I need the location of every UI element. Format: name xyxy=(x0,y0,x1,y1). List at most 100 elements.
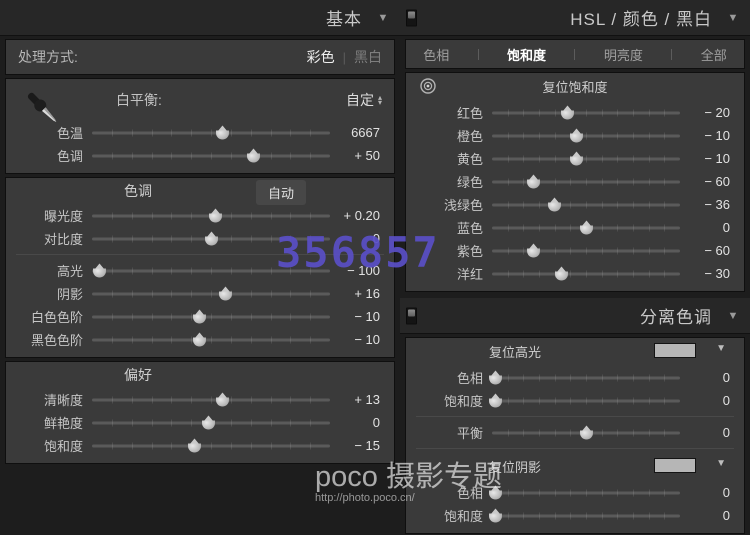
slider-track-hsl-4[interactable] xyxy=(492,197,680,213)
chevron-down-icon[interactable]: ▼ xyxy=(716,343,726,354)
hsl-reset-label[interactable]: 复位饱和度 xyxy=(406,77,744,96)
white-balance-select[interactable]: 自定 ▴▾ xyxy=(346,90,382,110)
stepper-icon[interactable]: ▴▾ xyxy=(378,95,382,105)
slider-row-tone2-3[interactable]: 黑色色阶 − 10 xyxy=(6,328,394,351)
slider-row-presence-2[interactable]: 饱和度 − 15 xyxy=(6,434,394,457)
slider-handle-hsl-6[interactable] xyxy=(526,243,541,258)
slider-value-presence-2[interactable]: − 15 xyxy=(330,438,386,453)
slider-value-tone-0[interactable]: + 0.20 xyxy=(330,208,386,223)
slider-value-hsl-0[interactable]: − 20 xyxy=(680,105,736,120)
slider-handle-hsl-5[interactable] xyxy=(579,220,594,235)
slider-track-shadows-1[interactable] xyxy=(492,508,680,524)
tab-hue[interactable]: 色相 xyxy=(417,45,455,64)
slider-row-shadows-0[interactable]: 色相 0 xyxy=(406,481,744,504)
slider-handle-hsl-1[interactable] xyxy=(569,128,584,143)
slider-handle-hsl-7[interactable] xyxy=(554,266,569,281)
slider-row-tint[interactable]: 色调 + 50 xyxy=(6,144,394,167)
slider-row-highlights-1[interactable]: 饱和度 0 xyxy=(406,389,744,412)
slider-value-tone-1[interactable]: 0 xyxy=(330,231,386,246)
slider-track-presence-1[interactable] xyxy=(92,415,330,431)
highlights-color-swatch[interactable] xyxy=(654,343,696,358)
slider-track-tone-0[interactable] xyxy=(92,208,330,224)
slider-track-highlights-0[interactable] xyxy=(492,370,680,386)
slider-row-tone-1[interactable]: 对比度 0 xyxy=(6,227,394,250)
tab-luminance[interactable]: 明亮度 xyxy=(598,45,649,64)
slider-row-tone2-0[interactable]: 高光 − 100 xyxy=(6,259,394,282)
slider-row-balance-0[interactable]: 平衡 0 xyxy=(406,421,744,444)
slider-handle-tone2-1[interactable] xyxy=(218,286,233,301)
slider-row-hsl-6[interactable]: 紫色 − 60 xyxy=(406,239,744,262)
slider-track-presence-2[interactable] xyxy=(92,438,330,454)
slider-track-shadows-0[interactable] xyxy=(492,485,680,501)
slider-row-presence-1[interactable]: 鲜艳度 0 xyxy=(6,411,394,434)
chevron-down-icon[interactable]: ▼ xyxy=(720,310,746,322)
slider-row-shadows-1[interactable]: 饱和度 0 xyxy=(406,504,744,527)
slider-value-balance-0[interactable]: 0 xyxy=(680,425,736,440)
slider-track-tone-1[interactable] xyxy=(92,231,330,247)
slider-handle-hsl-3[interactable] xyxy=(526,174,541,189)
slider-value-hsl-2[interactable]: − 10 xyxy=(680,151,736,166)
slider-row-hsl-2[interactable]: 黄色 − 10 xyxy=(406,147,744,170)
slider-handle-presence-1[interactable] xyxy=(201,415,216,430)
slider-value-shadows-1[interactable]: 0 xyxy=(680,508,736,523)
slider-value-tone2-0[interactable]: − 100 xyxy=(330,263,386,278)
slider-value-temp[interactable]: 6667 xyxy=(330,125,386,140)
slider-handle-presence-2[interactable] xyxy=(187,438,202,453)
slider-value-hsl-7[interactable]: − 30 xyxy=(680,266,736,281)
chevron-down-icon[interactable]: ▼ xyxy=(716,458,726,469)
slider-row-tone-0[interactable]: 曝光度 + 0.20 xyxy=(6,204,394,227)
slider-value-presence-1[interactable]: 0 xyxy=(330,415,386,430)
slider-row-hsl-3[interactable]: 绿色 − 60 xyxy=(406,170,744,193)
slider-row-highlights-0[interactable]: 色相 0 xyxy=(406,366,744,389)
slider-row-hsl-1[interactable]: 橙色 − 10 xyxy=(406,124,744,147)
slider-track-hsl-1[interactable] xyxy=(492,128,680,144)
slider-value-hsl-3[interactable]: − 60 xyxy=(680,174,736,189)
split-toning-panel-header[interactable]: 分离色调 ▼ xyxy=(400,298,750,334)
slider-row-hsl-4[interactable]: 浅绿色 − 36 xyxy=(406,193,744,216)
slider-track-hsl-7[interactable] xyxy=(492,266,680,282)
slider-handle-tint[interactable] xyxy=(246,148,261,163)
eyedropper-icon[interactable] xyxy=(16,85,68,131)
chevron-down-icon[interactable]: ▼ xyxy=(720,12,746,24)
slider-track-tone2-0[interactable] xyxy=(92,263,330,279)
slider-handle-tone-0[interactable] xyxy=(208,208,223,223)
hsl-panel-header[interactable]: HSL / 颜色 / 黑白 ▼ xyxy=(400,0,750,36)
slider-value-tone2-2[interactable]: − 10 xyxy=(330,309,386,324)
slider-track-presence-0[interactable] xyxy=(92,392,330,408)
slider-handle-presence-0[interactable] xyxy=(215,392,230,407)
slider-value-tint[interactable]: + 50 xyxy=(330,148,386,163)
slider-value-hsl-6[interactable]: − 60 xyxy=(680,243,736,258)
slider-track-hsl-3[interactable] xyxy=(492,174,680,190)
basic-panel-header[interactable]: 基本 ▼ xyxy=(0,0,400,36)
hsl-panel-switch[interactable] xyxy=(406,9,417,26)
slider-track-hsl-0[interactable] xyxy=(492,105,680,121)
slider-value-hsl-1[interactable]: − 10 xyxy=(680,128,736,143)
slider-track-hsl-6[interactable] xyxy=(492,243,680,259)
shadows-color-swatch[interactable] xyxy=(654,458,696,473)
slider-row-presence-0[interactable]: 清晰度 + 13 xyxy=(6,388,394,411)
slider-value-tone2-3[interactable]: − 10 xyxy=(330,332,386,347)
slider-handle-hsl-0[interactable] xyxy=(560,105,575,120)
slider-handle-tone2-0[interactable] xyxy=(92,263,107,278)
slider-value-presence-0[interactable]: + 13 xyxy=(330,392,386,407)
slider-handle-balance-0[interactable] xyxy=(579,425,594,440)
auto-tone-button[interactable]: 自动 xyxy=(256,180,306,205)
split-toning-panel-switch[interactable] xyxy=(406,307,417,324)
slider-value-hsl-4[interactable]: − 36 xyxy=(680,197,736,212)
tab-saturation[interactable]: 饱和度 xyxy=(501,45,552,64)
treatment-color-option[interactable]: 彩色 xyxy=(307,47,335,67)
treatment-bw-option[interactable]: 黑白 xyxy=(354,47,382,67)
tab-all[interactable]: 全部 xyxy=(695,45,733,64)
slider-track-tone2-2[interactable] xyxy=(92,309,330,325)
slider-row-hsl-5[interactable]: 蓝色 0 xyxy=(406,216,744,239)
slider-track-hsl-5[interactable] xyxy=(492,220,680,236)
slider-handle-hsl-4[interactable] xyxy=(547,197,562,212)
slider-value-shadows-0[interactable]: 0 xyxy=(680,485,736,500)
slider-row-tone2-1[interactable]: 阴影 + 16 xyxy=(6,282,394,305)
slider-handle-tone2-2[interactable] xyxy=(192,309,207,324)
slider-handle-tone-1[interactable] xyxy=(204,231,219,246)
slider-track-temp[interactable] xyxy=(92,125,330,141)
slider-track-tone2-3[interactable] xyxy=(92,332,330,348)
slider-track-tone2-1[interactable] xyxy=(92,286,330,302)
slider-track-hsl-2[interactable] xyxy=(492,151,680,167)
